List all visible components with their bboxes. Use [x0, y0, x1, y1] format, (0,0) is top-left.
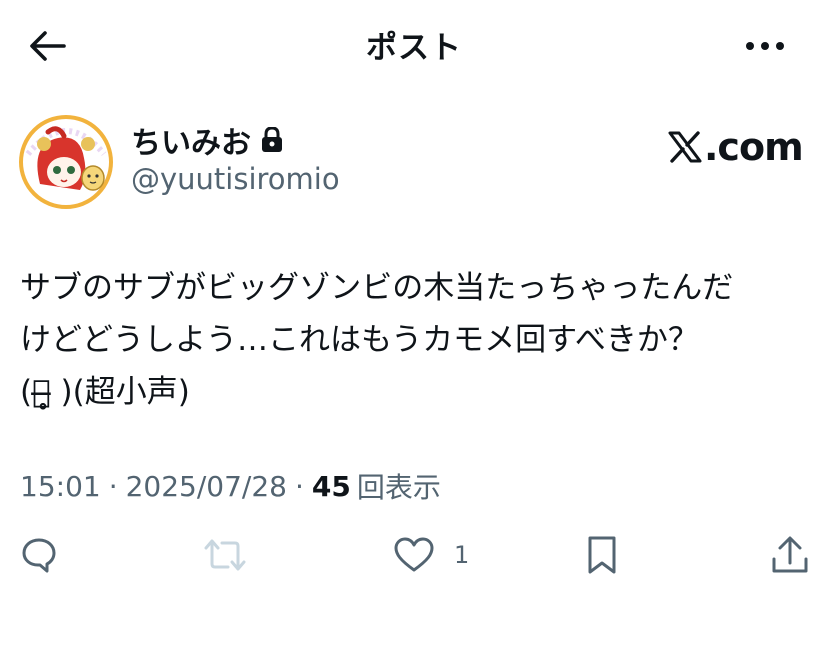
share-button[interactable]: [770, 530, 810, 580]
page-title: ポスト: [366, 30, 462, 66]
more-button[interactable]: [740, 26, 790, 66]
top-bar: ポスト: [0, 0, 828, 88]
like-count: 1: [454, 541, 470, 569]
reply-button[interactable]: [20, 530, 58, 580]
retweet-icon: [204, 539, 246, 571]
tweet-date[interactable]: 2025/07/28: [126, 470, 287, 503]
tweet-line: サブのサブがビッグゾンビの木当たっちゃったんだ: [20, 270, 734, 306]
meta-separator: ·: [108, 469, 118, 503]
tweet-meta: 15:01 · 2025/07/28 · 45 回表示: [20, 466, 441, 506]
tweet-line: けどどうしよう…これはもうカモメ回すべきか？: [20, 322, 699, 358]
views-label: 回表示: [356, 471, 441, 504]
x-logo-icon: [668, 131, 702, 163]
share-icon: [772, 536, 808, 573]
avatar[interactable]: [18, 114, 114, 210]
action-bar: 1: [0, 530, 828, 580]
lock-icon: [261, 127, 283, 153]
user-handle[interactable]: @yuutisiromio: [131, 162, 340, 196]
display-name[interactable]: ちいみお: [131, 118, 251, 162]
views-count: 45: [311, 469, 351, 503]
avatar-image: [19, 115, 113, 209]
reply-icon: [22, 538, 56, 573]
tweet-line: (ᯣ̶̥̥ )(超小声): [20, 374, 190, 410]
bookmark-button[interactable]: [585, 530, 619, 580]
tweet-time[interactable]: 15:01: [20, 470, 101, 503]
heart-icon: [394, 537, 434, 572]
retweet-button[interactable]: [203, 530, 247, 580]
meta-separator: ·: [295, 469, 304, 503]
tweet-text: サブのサブがビッグゾンビの木当たっちゃったんだ けどどうしよう…これはもうカモメ…: [20, 262, 810, 418]
more-horizontal-icon: [746, 42, 784, 50]
x-com-watermark: .com: [668, 124, 804, 170]
author-name-row: ちいみお: [131, 122, 283, 161]
watermark-domain: .com: [704, 125, 804, 169]
bookmark-icon: [588, 536, 616, 574]
like-button[interactable]: 1: [394, 530, 469, 580]
